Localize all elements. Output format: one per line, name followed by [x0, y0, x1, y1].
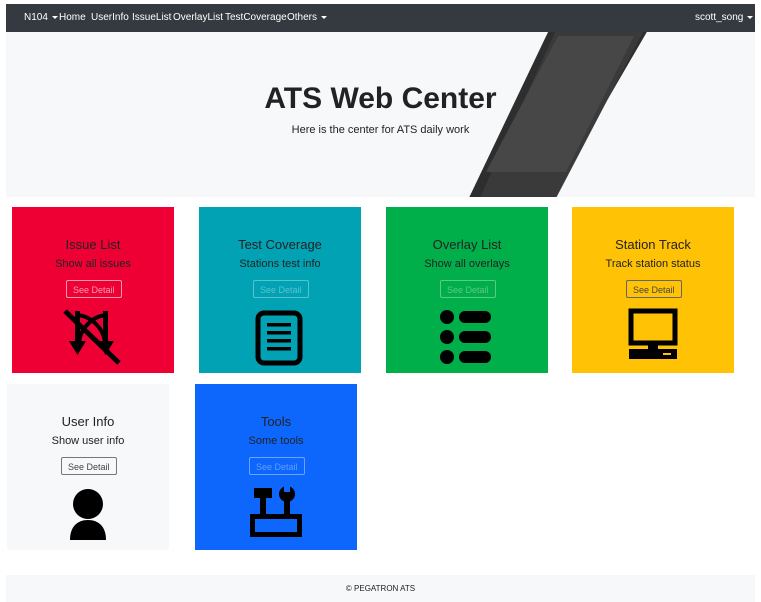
- card-subtitle: Show user info: [51, 435, 125, 447]
- nav-link-testcoverage[interactable]: TestCoverage: [225, 4, 287, 32]
- computer-icon: [628, 308, 678, 359]
- card-subtitle: Show all issues: [55, 258, 131, 270]
- see-detail-button[interactable]: See Detail: [249, 457, 305, 475]
- nav-user-dropdown[interactable]: scott_song: [695, 4, 754, 32]
- hero-subtitle: Here is the center for ATS daily work: [291, 124, 470, 136]
- hero-banner: ATS Web Center Here is the center for AT…: [6, 32, 755, 197]
- nav-link-overlaylist[interactable]: OverlayList: [173, 4, 223, 32]
- see-detail-button[interactable]: See Detail: [626, 280, 682, 298]
- nav-link-userinfo[interactable]: UserInfo: [91, 4, 129, 32]
- bullet-list-icon: [440, 310, 491, 364]
- card-user-info: User Info Show user info See Detail: [7, 384, 169, 550]
- card-station-track: Station Track Track station status See D…: [572, 207, 734, 373]
- nav-link-home[interactable]: Home: [59, 4, 86, 32]
- card-title: Issue List: [65, 237, 121, 252]
- nav-brand-dropdown[interactable]: N104: [24, 4, 58, 32]
- card-title: Station Track: [615, 237, 691, 252]
- card-title: Test Coverage: [238, 237, 322, 252]
- card-overlay-list: Overlay List Show all overlays See Detai…: [386, 207, 548, 373]
- nav-brand-label: N104: [24, 12, 48, 23]
- no-plug-icon: [63, 309, 121, 365]
- hero-title: ATS Web Center: [264, 82, 497, 115]
- see-detail-button[interactable]: See Detail: [253, 280, 309, 298]
- nav-others-label: Others: [287, 12, 318, 23]
- nav-user-label: scott_song: [695, 12, 744, 23]
- nav-others-dropdown[interactable]: Others: [287, 4, 328, 32]
- see-detail-button[interactable]: See Detail: [440, 280, 496, 298]
- card-subtitle: Stations test info: [239, 258, 321, 270]
- card-issue-list: Issue List Show all issues See Detail: [12, 207, 174, 373]
- caret-down-icon: [321, 15, 328, 19]
- document-list-icon: [255, 310, 303, 366]
- toolbox-icon: [250, 484, 302, 537]
- card-title: Tools: [260, 414, 292, 429]
- caret-down-icon: [747, 15, 754, 19]
- top-navbar: N104 Home UserInfo IssueList OverlayList…: [6, 4, 755, 32]
- card-subtitle: Some tools: [248, 435, 304, 447]
- see-detail-button[interactable]: See Detail: [61, 457, 117, 475]
- nav-link-issuelist[interactable]: IssueList: [132, 4, 171, 32]
- card-title: User Info: [61, 414, 115, 429]
- card-subtitle: Show all overlays: [424, 258, 510, 270]
- card-subtitle: Track station status: [605, 258, 701, 270]
- card-title: Overlay List: [432, 237, 502, 252]
- see-detail-button[interactable]: See Detail: [66, 280, 122, 298]
- footer-copyright: © PEGATRON ATS: [345, 584, 416, 593]
- user-icon: [70, 489, 106, 540]
- card-test-coverage: Test Coverage Stations test info See Det…: [199, 207, 361, 373]
- card-tools: Tools Some tools See Detail: [195, 384, 357, 550]
- caret-down-icon: [51, 15, 58, 19]
- footer: © PEGATRON ATS: [6, 575, 755, 602]
